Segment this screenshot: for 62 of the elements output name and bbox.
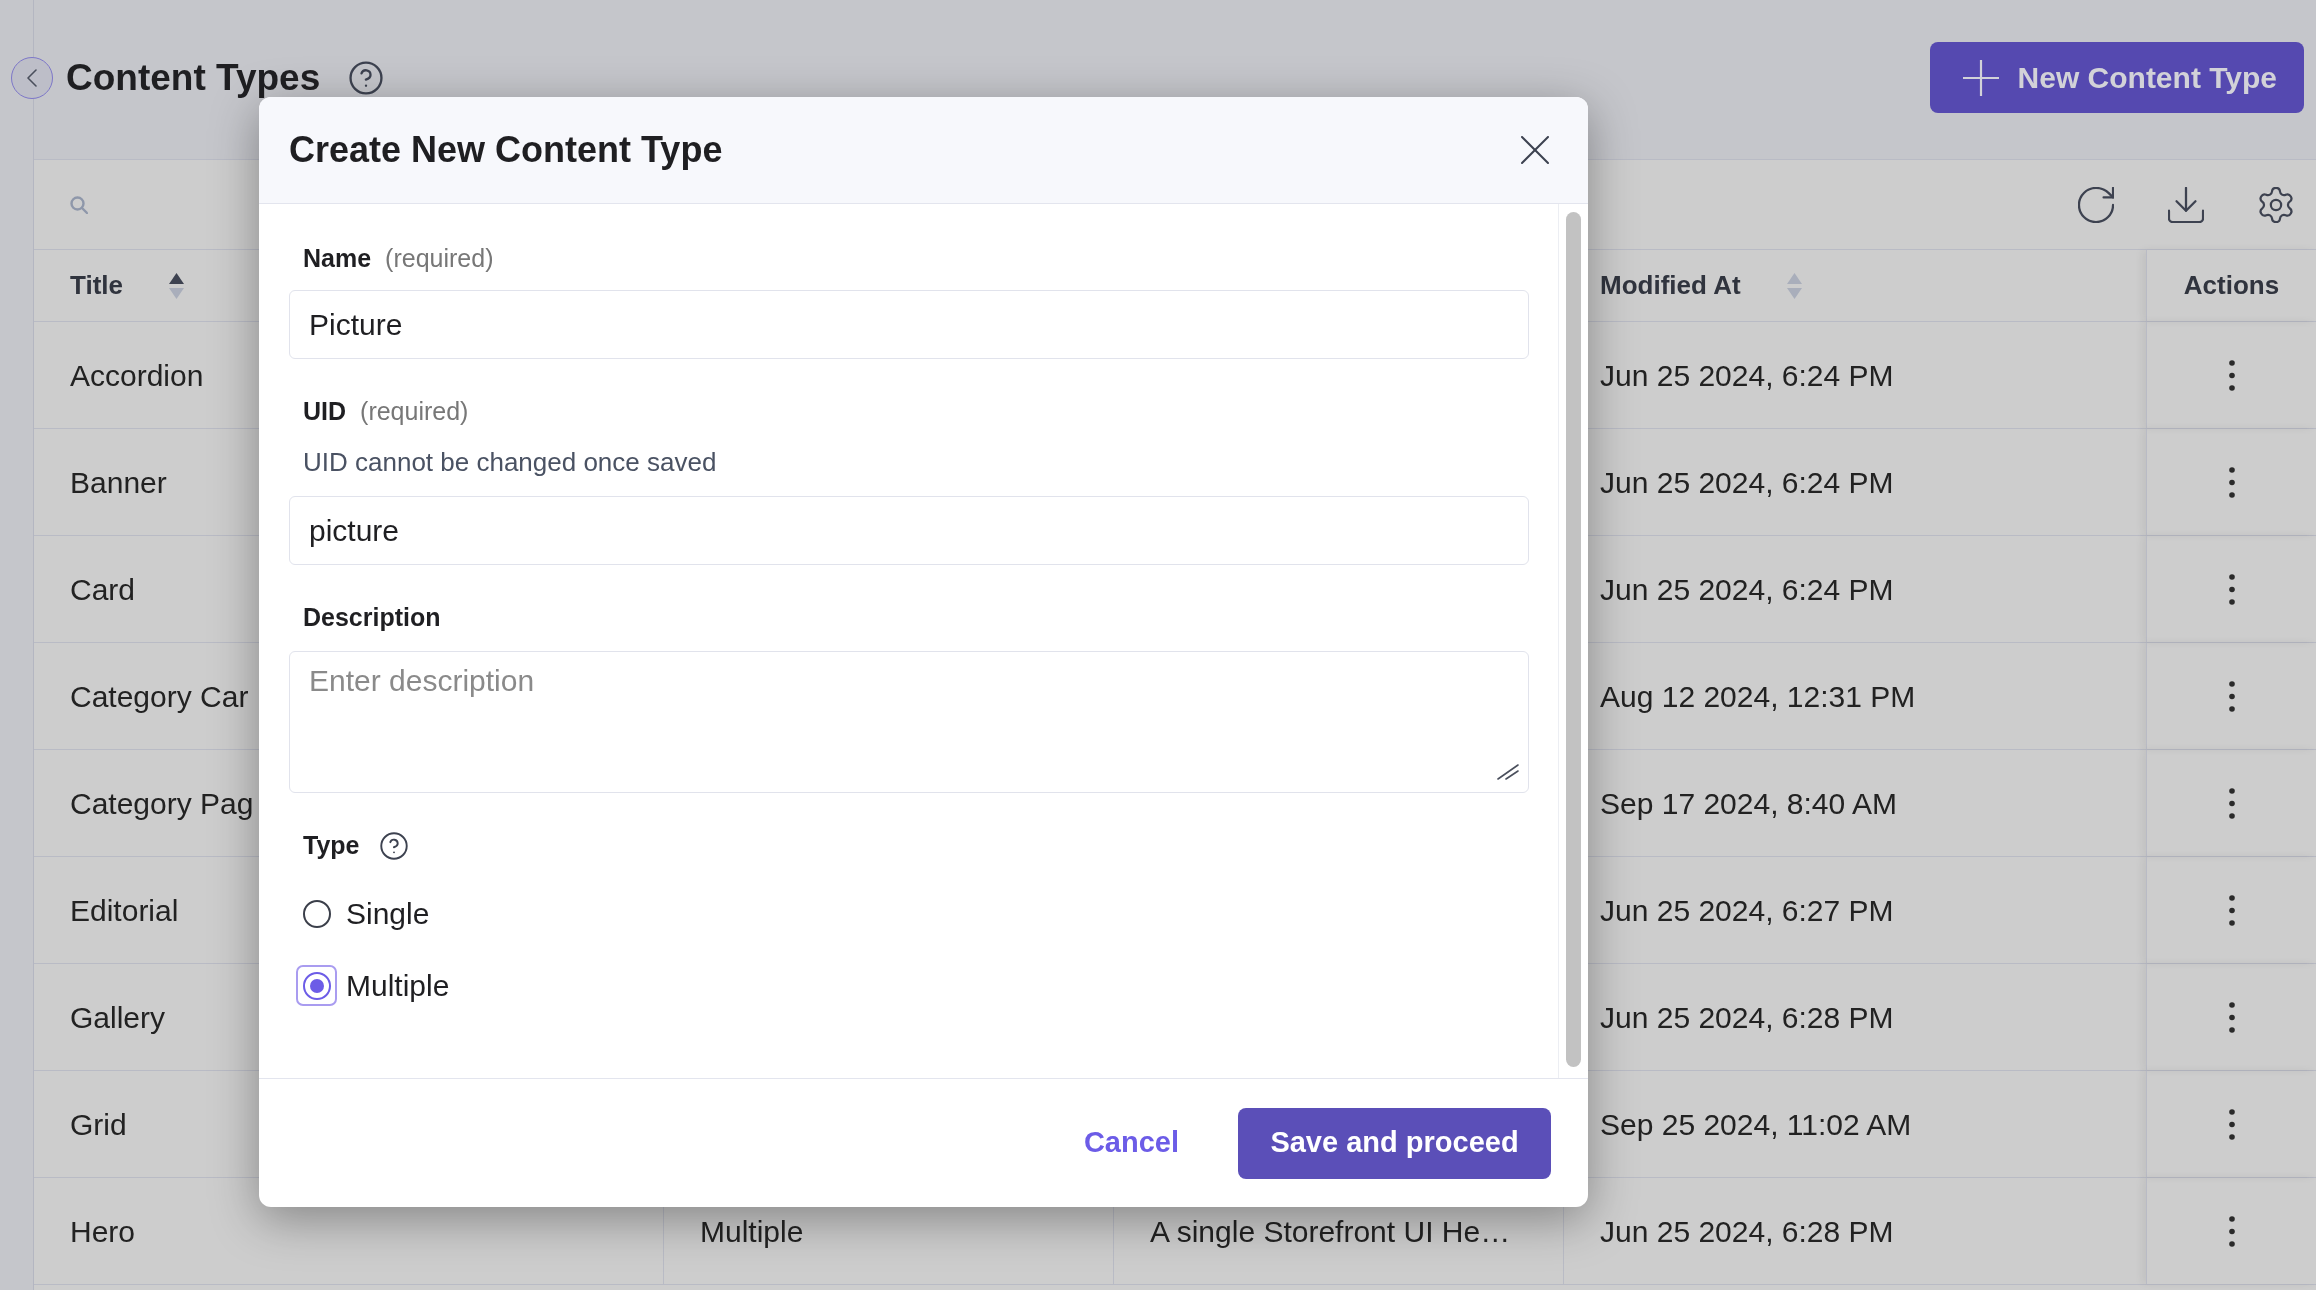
required-note: (required) — [385, 243, 494, 275]
close-icon[interactable] — [1521, 136, 1549, 164]
save-button[interactable]: Save and proceed — [1238, 1107, 1551, 1179]
input-field[interactable]: picture — [289, 496, 1529, 565]
more-icon[interactable] — [2228, 787, 2235, 819]
page-title: Content Types — [66, 59, 321, 96]
title-cell-text: Accordion — [70, 357, 204, 394]
cancel-button[interactable]: Cancel — [1079, 1107, 1183, 1179]
date-cell-text: Sep 17 2024, 8:40 AM — [1600, 785, 1897, 822]
more-icon[interactable] — [2228, 894, 2235, 926]
plus-icon — [1962, 59, 1999, 96]
dialog-title: Create New Content Type — [289, 128, 723, 172]
chevron-left-icon — [27, 69, 37, 87]
field-label: Name — [303, 243, 372, 275]
date-cell-text: Jun 25 2024, 6:27 PM — [1600, 892, 1894, 929]
settings-icon[interactable] — [2258, 186, 2294, 223]
more-icon[interactable] — [2228, 1215, 2235, 1247]
help-text: UID cannot be changed once saved — [303, 446, 717, 479]
title-cell-text: Category Pag — [70, 785, 254, 822]
more-icon[interactable] — [2228, 573, 2235, 605]
date-cell-text: Jun 25 2024, 6:24 PM — [1600, 464, 1894, 501]
title-cell-text: Editorial — [70, 892, 179, 929]
radio-label[interactable]: Multiple — [346, 963, 450, 1008]
date-cell-text: Jun 25 2024, 6:24 PM — [1600, 357, 1894, 394]
date-cell-text: Sep 25 2024, 11:02 AM — [1600, 1106, 1912, 1143]
radio-label[interactable]: Single — [346, 891, 430, 936]
column-header: Actions — [2183, 269, 2280, 302]
description-cell-text: A single Storefront UI He… — [1150, 1213, 1511, 1250]
textarea-field[interactable]: Enter description — [289, 651, 1529, 793]
date-cell-text: Jun 25 2024, 6:28 PM — [1600, 1213, 1894, 1250]
new-content-type-button[interactable]: New Content Type — [1929, 42, 2304, 113]
scrollbar-thumb[interactable] — [1566, 212, 1581, 1067]
download-icon[interactable] — [2168, 186, 2204, 223]
field-label: UID — [303, 396, 347, 428]
title-cell-text: Banner — [70, 464, 167, 501]
more-icon[interactable] — [2228, 1108, 2235, 1140]
date-cell-text: Jun 25 2024, 6:28 PM — [1600, 999, 1894, 1036]
date-cell-text: Jun 25 2024, 6:24 PM — [1600, 571, 1894, 608]
refresh-icon[interactable] — [2078, 186, 2114, 223]
required-note: (required) — [360, 396, 469, 428]
sort-icon[interactable] — [169, 272, 184, 299]
title-cell-text: Grid — [70, 1106, 127, 1143]
type-cell-text: Multiple — [700, 1213, 804, 1250]
date-cell-text: Aug 12 2024, 12:31 PM — [1600, 678, 1916, 715]
radio-button[interactable] — [302, 971, 331, 1000]
column-header: Title — [70, 269, 123, 302]
input-field[interactable]: Picture — [289, 290, 1529, 359]
title-cell-text: Gallery — [70, 999, 166, 1036]
radio-button[interactable] — [302, 899, 331, 928]
help-icon[interactable] — [379, 832, 408, 860]
more-icon[interactable] — [2228, 680, 2235, 712]
resize-handle-icon[interactable] — [1497, 764, 1519, 780]
field-label: Description — [303, 602, 441, 634]
more-icon[interactable] — [2228, 1001, 2235, 1033]
title-cell-text: Category Car — [70, 678, 249, 715]
title-cell-text: Card — [70, 571, 136, 608]
more-icon[interactable] — [2228, 466, 2235, 498]
title-cell-text: Hero — [70, 1213, 136, 1250]
field-label: Type — [303, 830, 360, 862]
help-icon[interactable] — [349, 60, 384, 95]
more-icon[interactable] — [2228, 359, 2235, 391]
column-header: Modified At — [1600, 269, 1741, 302]
